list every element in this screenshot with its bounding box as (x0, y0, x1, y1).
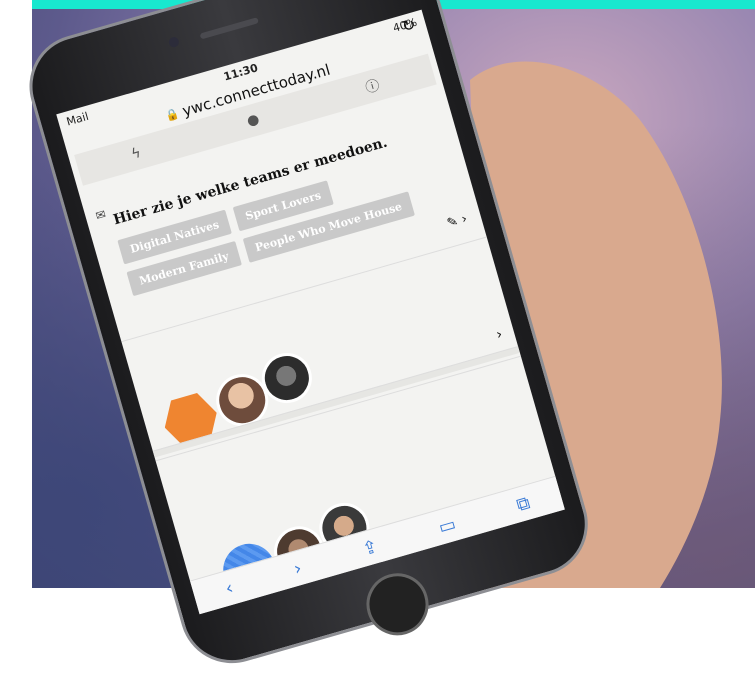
carrier-label: Mail (64, 109, 90, 129)
forward-icon[interactable]: › (291, 557, 304, 579)
share-icon[interactable]: ⇪ (360, 535, 380, 559)
bolt-icon[interactable]: ϟ (130, 145, 143, 163)
edit-icon[interactable]: ✎ › (445, 212, 469, 232)
bookmarks-icon[interactable]: ▭ (436, 513, 458, 538)
info-icon[interactable]: ⓘ (363, 75, 382, 98)
envelope-icon[interactable]: ✉ (94, 207, 108, 223)
tabs-icon[interactable]: ⧉ (514, 492, 532, 516)
back-icon[interactable]: ‹ (223, 577, 236, 599)
user-icon[interactable]: ● (245, 111, 261, 130)
lock-icon: 🔒 (163, 106, 181, 123)
